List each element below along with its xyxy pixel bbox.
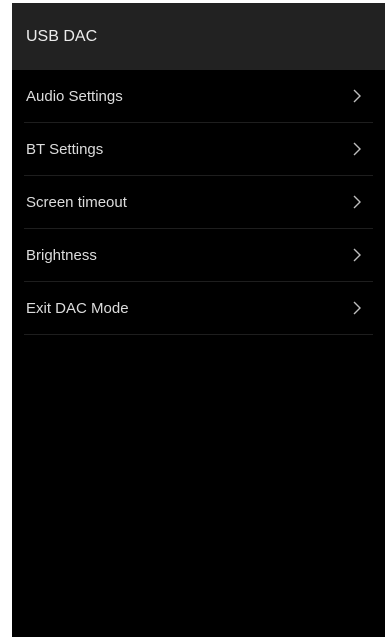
usb-dac-screen: USB DAC Audio Settings BT Settings Scree…	[12, 3, 385, 637]
chevron-right-icon	[353, 195, 361, 209]
menu-item-label: Exit DAC Mode	[26, 299, 129, 317]
menu-item-screen-timeout[interactable]: Screen timeout	[24, 176, 373, 229]
menu-item-label: Brightness	[26, 246, 97, 264]
chevron-right-icon	[353, 89, 361, 103]
menu-item-exit-dac-mode[interactable]: Exit DAC Mode	[24, 282, 373, 335]
menu-item-bt-settings[interactable]: BT Settings	[24, 123, 373, 176]
menu-item-label: BT Settings	[26, 140, 104, 158]
menu-item-label: Screen timeout	[26, 193, 127, 211]
settings-menu: Audio Settings BT Settings Screen timeou…	[12, 70, 385, 335]
menu-item-audio-settings[interactable]: Audio Settings	[24, 70, 373, 123]
header-bar: USB DAC	[12, 3, 385, 70]
page-title: USB DAC	[26, 27, 98, 45]
menu-item-label: Audio Settings	[26, 87, 123, 105]
chevron-right-icon	[353, 142, 361, 156]
chevron-right-icon	[353, 301, 361, 315]
chevron-right-icon	[353, 248, 361, 262]
menu-item-brightness[interactable]: Brightness	[24, 229, 373, 282]
